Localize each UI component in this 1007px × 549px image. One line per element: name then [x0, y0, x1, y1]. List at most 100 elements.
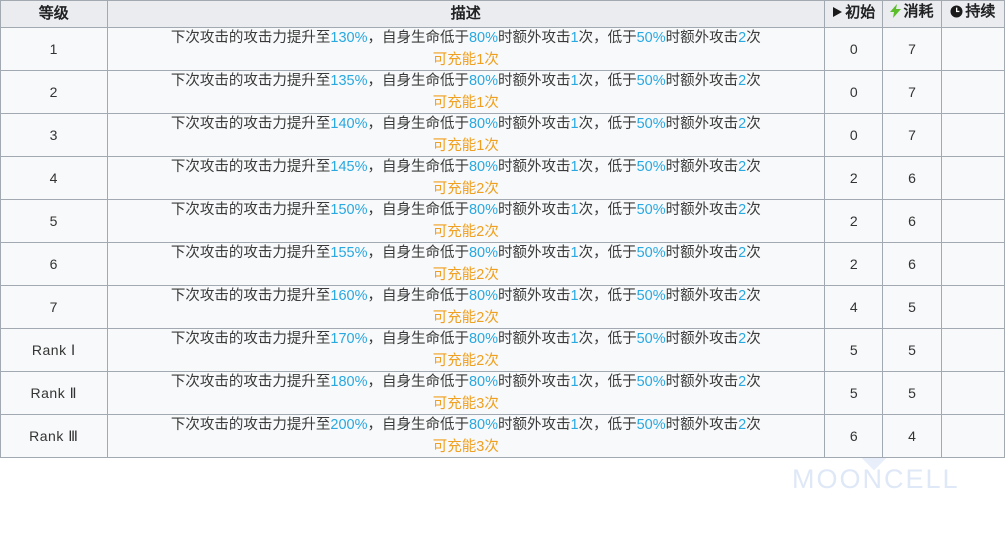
desc-part-desc-mid3: 次，低于	[578, 30, 637, 46]
desc-part-desc-mid3: 次，低于	[578, 245, 637, 261]
table-row: 2 下次攻击的攻击力提升至135%，自身生命低于80%时额外攻击1次，低于50%时…	[0, 70, 1006, 114]
desc-part-extra1: 1	[570, 202, 579, 218]
description-charge-text: 可充能1次	[432, 138, 499, 154]
description-charge-text: 可充能3次	[432, 396, 499, 412]
desc-part-hp1: 80%	[468, 288, 499, 304]
desc-part-hp2: 50%	[636, 245, 666, 261]
desc-part-hp1: 80%	[468, 417, 499, 433]
column-header-cost: 消耗	[882, 0, 942, 28]
desc-part-hp2: 50%	[636, 417, 666, 433]
cell-duration	[940, 199, 1006, 243]
desc-part-desc-mid3: 次，低于	[578, 417, 637, 433]
desc-part-desc-mid2: 时额外攻击	[498, 417, 571, 433]
desc-part-desc-mid2: 时额外攻击	[498, 288, 571, 304]
desc-part-desc-suffix: 次	[746, 202, 761, 218]
column-header-description-label: 描述	[450, 5, 481, 22]
cell-description: 下次攻击的攻击力提升至200%，自身生命低于80%时额外攻击1次，低于50%时额…	[106, 414, 826, 458]
desc-part-hp2: 50%	[636, 159, 666, 175]
description-main-text: 下次攻击的攻击力提升至200%，自身生命低于80%时额外攻击1次，低于50%时额…	[108, 415, 825, 435]
desc-part-desc-mid4: 时额外攻击	[665, 331, 739, 347]
desc-part-desc-suffix: 次	[746, 159, 761, 175]
cell-duration	[940, 113, 1006, 157]
desc-part-atk: 130%	[330, 30, 368, 46]
desc-part-desc-mid4: 时额外攻击	[665, 116, 739, 132]
cell-level: Rank Ⅱ	[0, 371, 108, 415]
cell-duration	[940, 27, 1006, 71]
desc-part-desc-prefix: 下次攻击的攻击力提升至	[170, 288, 331, 304]
cell-duration	[940, 285, 1006, 329]
table-body: 1 下次攻击的攻击力提升至130%，自身生命低于80%时额外攻击1次，低于50%时…	[0, 27, 1006, 458]
column-header-duration-label: 持续	[965, 3, 996, 20]
desc-part-desc-mid1: ，自身生命低于	[367, 159, 469, 175]
desc-part-hp1: 80%	[468, 159, 499, 175]
desc-part-desc-prefix: 下次攻击的攻击力提升至	[170, 331, 331, 347]
column-header-initial: 初始	[824, 0, 884, 28]
desc-part-desc-mid1: ，自身生命低于	[367, 30, 469, 46]
clock-icon	[950, 5, 963, 18]
cell-level: 5	[0, 199, 108, 243]
desc-part-extra1: 1	[570, 159, 579, 175]
desc-part-desc-mid4: 时额外攻击	[665, 73, 739, 89]
desc-part-desc-mid1: ，自身生命低于	[367, 417, 469, 433]
desc-part-extra1: 1	[570, 73, 579, 89]
desc-part-desc-prefix: 下次攻击的攻击力提升至	[170, 417, 331, 433]
description-main-text: 下次攻击的攻击力提升至150%，自身生命低于80%时额外攻击1次，低于50%时额…	[108, 200, 825, 220]
desc-part-desc-mid4: 时额外攻击	[665, 374, 739, 390]
desc-part-atk: 200%	[330, 417, 368, 433]
desc-part-desc-suffix: 次	[746, 73, 761, 89]
desc-part-desc-mid3: 次，低于	[578, 374, 637, 390]
desc-part-desc-mid4: 时额外攻击	[665, 245, 739, 261]
description-charge-text: 可充能2次	[432, 310, 499, 326]
desc-part-extra1: 1	[570, 116, 579, 132]
desc-part-desc-mid3: 次，低于	[578, 116, 637, 132]
desc-part-atk: 155%	[330, 245, 368, 261]
cell-initial: 4	[824, 285, 884, 329]
cell-level: 3	[0, 113, 108, 157]
description-main-text: 下次攻击的攻击力提升至170%，自身生命低于80%时额外攻击1次，低于50%时额…	[108, 329, 825, 349]
cell-level: 1	[0, 27, 108, 71]
desc-part-desc-mid4: 时额外攻击	[665, 159, 739, 175]
desc-part-desc-suffix: 次	[746, 116, 761, 132]
table-row: 5 下次攻击的攻击力提升至150%，自身生命低于80%时额外攻击1次，低于50%时…	[0, 199, 1006, 243]
desc-part-hp2: 50%	[636, 331, 666, 347]
cell-description: 下次攻击的攻击力提升至170%，自身生命低于80%时额外攻击1次，低于50%时额…	[106, 328, 826, 372]
desc-part-desc-prefix: 下次攻击的攻击力提升至	[170, 245, 331, 261]
cell-description: 下次攻击的攻击力提升至180%，自身生命低于80%时额外攻击1次，低于50%时额…	[106, 371, 826, 415]
description-charge-text: 可充能1次	[432, 95, 499, 111]
cell-description: 下次攻击的攻击力提升至160%，自身生命低于80%时额外攻击1次，低于50%时额…	[106, 285, 826, 329]
desc-part-atk: 140%	[330, 116, 368, 132]
play-triangle-icon	[832, 6, 843, 18]
description-main-text: 下次攻击的攻击力提升至130%，自身生命低于80%时额外攻击1次，低于50%时额…	[108, 28, 825, 48]
cell-cost: 6	[882, 242, 942, 286]
cell-initial: 2	[824, 156, 884, 200]
desc-part-desc-prefix: 下次攻击的攻击力提升至	[170, 159, 331, 175]
description-charge-text: 可充能1次	[432, 52, 499, 68]
desc-part-desc-prefix: 下次攻击的攻击力提升至	[170, 202, 331, 218]
desc-part-extra1: 1	[570, 417, 579, 433]
desc-part-desc-mid3: 次，低于	[578, 331, 637, 347]
desc-part-desc-prefix: 下次攻击的攻击力提升至	[170, 73, 331, 89]
cell-cost: 7	[882, 113, 942, 157]
cell-level: 6	[0, 242, 108, 286]
description-main-text: 下次攻击的攻击力提升至180%，自身生命低于80%时额外攻击1次，低于50%时额…	[108, 372, 825, 392]
desc-part-atk: 135%	[330, 73, 368, 89]
cell-level: Rank Ⅰ	[0, 328, 108, 372]
cell-cost: 5	[882, 371, 942, 415]
desc-part-desc-suffix: 次	[746, 245, 761, 261]
cell-cost: 5	[882, 328, 942, 372]
desc-part-desc-mid2: 时额外攻击	[498, 374, 571, 390]
description-charge-text: 可充能2次	[432, 353, 499, 369]
desc-part-extra2: 2	[738, 159, 747, 175]
desc-part-extra1: 1	[570, 288, 579, 304]
column-header-level: 等级	[0, 0, 108, 28]
description-main-text: 下次攻击的攻击力提升至155%，自身生命低于80%时额外攻击1次，低于50%时额…	[108, 243, 825, 263]
desc-part-desc-suffix: 次	[746, 30, 761, 46]
cell-initial: 2	[824, 242, 884, 286]
table-row: Rank Ⅲ 下次攻击的攻击力提升至200%，自身生命低于80%时额外攻击1次，低…	[0, 414, 1006, 458]
cell-initial: 6	[824, 414, 884, 458]
desc-part-hp1: 80%	[468, 202, 499, 218]
desc-part-desc-mid4: 时额外攻击	[665, 202, 739, 218]
desc-part-desc-mid3: 次，低于	[578, 288, 637, 304]
table-header: 等级 描述 初始 消耗 持续	[0, 0, 1006, 28]
description-main-text: 下次攻击的攻击力提升至135%，自身生命低于80%时额外攻击1次，低于50%时额…	[108, 71, 825, 91]
